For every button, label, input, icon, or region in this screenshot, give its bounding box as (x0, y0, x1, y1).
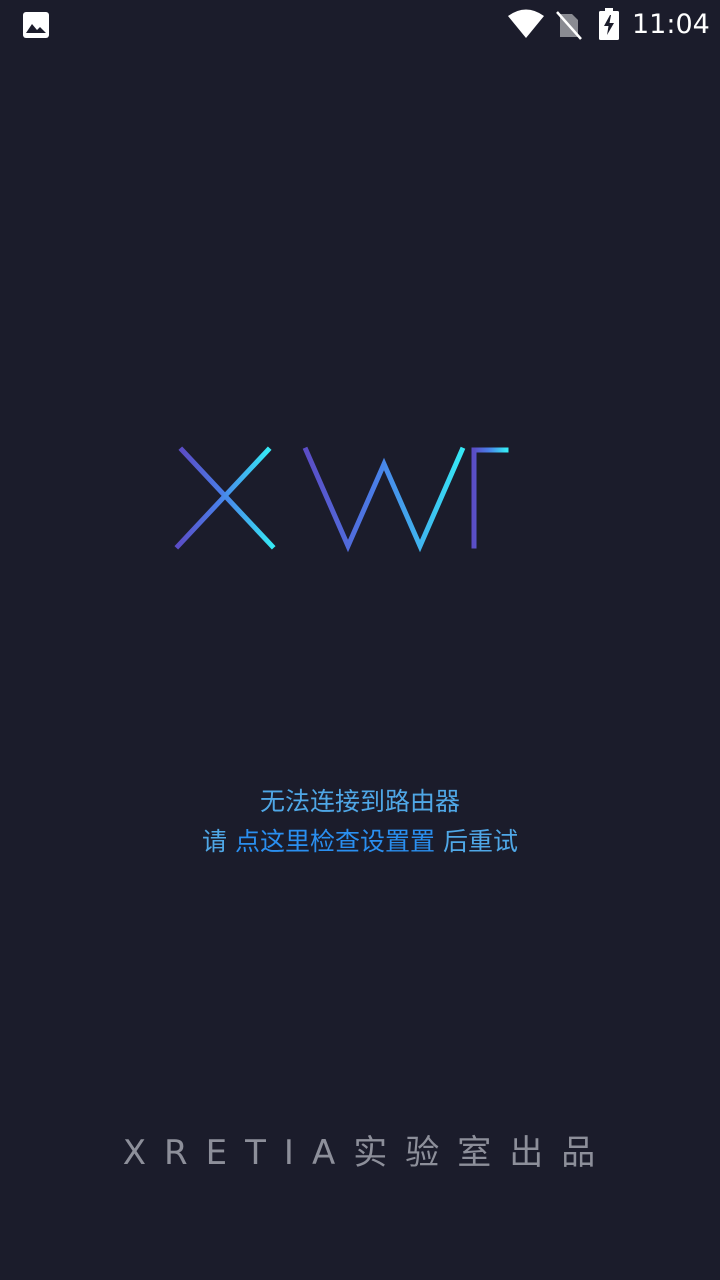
app-logo (174, 446, 549, 553)
connection-error-message: 无法连接到路由器 请 点这里检查设置置 后重试 (0, 782, 720, 862)
gallery-icon (23, 12, 49, 38)
instruction-suffix: 后重试 (435, 827, 518, 856)
instruction-prefix: 请 (202, 827, 235, 856)
clock-time: 11:04 (632, 9, 710, 40)
wifi-icon (508, 9, 544, 38)
error-instruction: 请 点这里检查设置置 后重试 (0, 822, 720, 862)
battery-charging-icon (599, 8, 619, 40)
error-title: 无法连接到路由器 (259, 787, 460, 816)
credit-footer: XRETIA实验室出品 (122, 1133, 614, 1173)
status-bar: 11:04 (0, 0, 720, 48)
check-settings-link[interactable]: 点这里检查设置置 (235, 827, 435, 856)
no-sim-icon (556, 11, 582, 40)
